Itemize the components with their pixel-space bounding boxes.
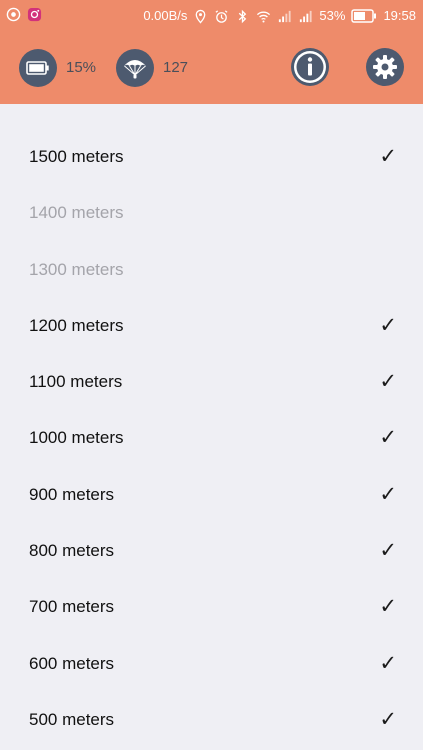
altitude-label: 800 meters [29, 541, 115, 561]
signal-icon-1 [279, 10, 292, 22]
altitude-label: 1000 meters [29, 428, 124, 448]
location-icon [196, 9, 206, 24]
battery-button[interactable] [19, 49, 57, 87]
info-icon [294, 51, 326, 83]
altitude-label: 700 meters [29, 597, 115, 617]
checkmark-icon: ✓ [379, 313, 397, 337]
battery-icon [26, 61, 49, 75]
checkmark-icon: ✓ [379, 651, 397, 675]
altitude-row[interactable]: 600 meters ✓ [0, 636, 423, 692]
altitude-label: 600 meters [29, 653, 115, 673]
altitude-row[interactable]: 1100 meters ✓ [0, 354, 423, 410]
status-bar-left [6, 7, 42, 22]
altitude-label: 1300 meters [29, 259, 124, 279]
settings-button[interactable] [366, 48, 404, 86]
alarm-icon [215, 9, 228, 23]
altitude-list: 1500 meters ✓ 1400 meters 1300 meters 1200 m… [0, 104, 423, 748]
parachute-button[interactable] [116, 49, 154, 87]
status-bar-right: 0.00B/s 53% 19:58 [143, 7, 416, 25]
altitude-row[interactable]: 700 meters ✓ [0, 579, 423, 635]
altitude-label: 900 meters [29, 484, 115, 504]
battery-level-text: 15% [66, 59, 97, 76]
bluetooth-icon [239, 9, 247, 23]
checkmark-icon: ✓ [379, 426, 397, 450]
altitude-label: 1500 meters [29, 147, 124, 166]
altitude-row[interactable]: 1400 meters [0, 185, 423, 241]
clock: 19:58 [383, 8, 416, 23]
checkmark-icon: ✓ [379, 595, 397, 619]
altitude-row[interactable]: 1300 meters [0, 242, 423, 298]
altitude-label: 1200 meters [29, 315, 124, 335]
jump-count-text: 127 [163, 59, 189, 76]
altitude-label: 1400 meters [29, 203, 124, 223]
altitude-row[interactable]: 1500 meters ✓ [0, 129, 423, 185]
record-icon [6, 7, 21, 22]
signal-icon-2 [300, 10, 313, 22]
checkmark-icon: ✓ [379, 482, 397, 506]
altitude-row[interactable]: 1200 meters ✓ [0, 298, 423, 354]
info-button[interactable] [291, 48, 329, 86]
checkmark-icon: ✓ [379, 145, 397, 168]
altitude-row[interactable]: 900 meters ✓ [0, 467, 423, 523]
altitude-label: 500 meters [29, 709, 115, 729]
network-speed: 0.00B/s [143, 8, 188, 23]
gear-icon [373, 55, 397, 79]
altitude-row[interactable]: 1000 meters ✓ [0, 410, 423, 466]
checkmark-icon: ✓ [379, 707, 397, 731]
wifi-icon [257, 11, 271, 22]
status-bar: 0.00B/s 53% 19:58 [0, 0, 423, 33]
altitude-label: 1100 meters [29, 372, 123, 392]
app-toolbar: 15% 127 [0, 33, 423, 104]
checkmark-icon: ✓ [379, 370, 397, 394]
parachute-icon [124, 60, 146, 79]
checkmark-icon: ✓ [379, 539, 397, 563]
altitude-row[interactable]: 800 meters ✓ [0, 523, 423, 579]
instagram-icon [27, 7, 42, 22]
battery-status-icon [351, 9, 377, 23]
altitude-row[interactable]: 500 meters ✓ [0, 692, 423, 748]
battery-percent: 53% [319, 8, 346, 23]
